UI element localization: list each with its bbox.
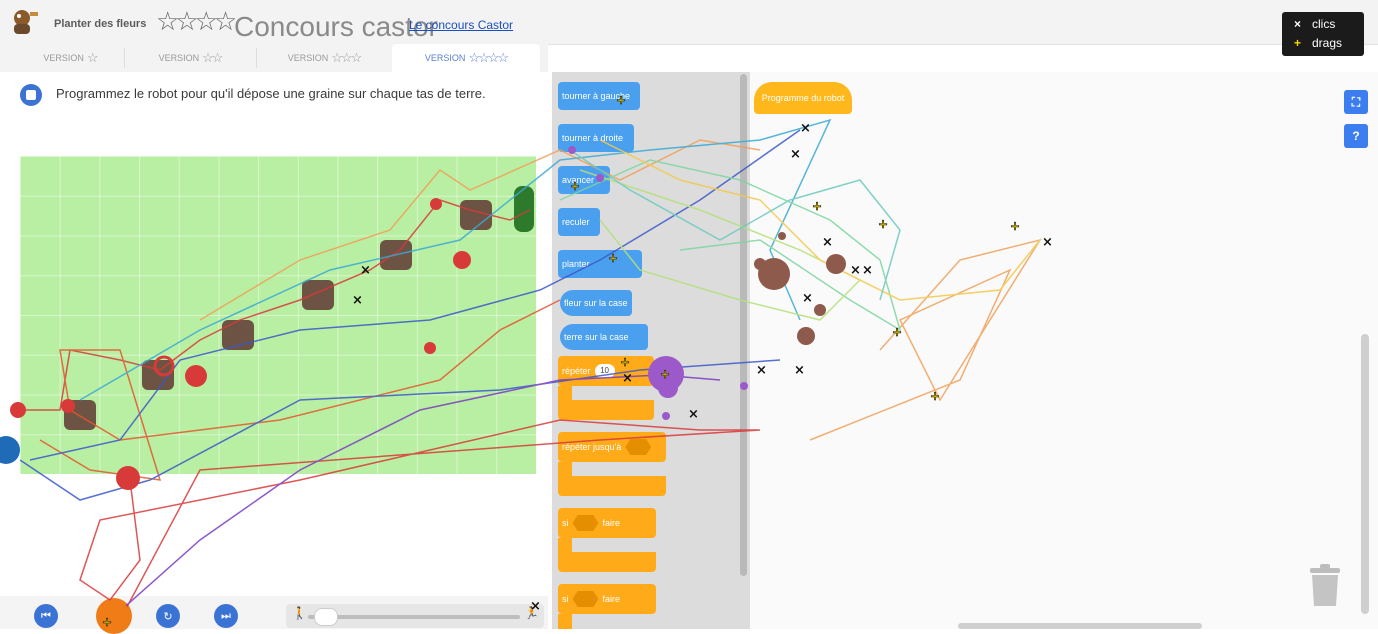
dirt-mound [222, 320, 254, 350]
dirt-mound [302, 280, 334, 310]
block-if-body [558, 538, 572, 552]
trace-dot [0, 436, 20, 464]
block-if-2-body [558, 614, 572, 629]
block-label: reculer [562, 217, 590, 227]
trace-legend: × clics + drags [1282, 12, 1364, 56]
block-forward[interactable]: avancer [558, 166, 610, 194]
trash-icon[interactable] [1308, 564, 1342, 606]
block-label: terre sur la case [564, 332, 629, 342]
tab-version-4[interactable]: VERSION ☆☆☆☆ [392, 44, 540, 72]
blockly-toolbox [552, 72, 750, 629]
block-label: répéter [562, 366, 591, 376]
tab-label: VERSION [287, 53, 329, 63]
drag-marker-icon: + [1294, 36, 1302, 50]
legend-drags: + drags [1294, 36, 1342, 50]
task-name: Planter des fleurs [54, 18, 147, 30]
block-label: si [562, 594, 569, 604]
tab-label: VERSION [158, 53, 200, 63]
block-label: planter [562, 259, 590, 269]
go-to-end-button[interactable]: ⏭ [214, 604, 238, 628]
block-repeat-until-footer [558, 476, 666, 496]
star-icon: ☆☆ [202, 50, 223, 65]
beaver-logo [14, 10, 38, 34]
tab-label: VERSION [43, 53, 84, 63]
block-repeat-footer [558, 400, 654, 420]
walk-slow-icon: 🚶 [292, 606, 307, 620]
star-icon: ☆☆☆☆ [468, 50, 509, 65]
block-label-2: faire [602, 518, 621, 528]
dirt-mound [460, 200, 492, 230]
step-button[interactable]: ↻ [156, 604, 180, 628]
go-to-start-button[interactable]: ⏮ [34, 604, 58, 628]
speed-slider-handle[interactable] [314, 608, 338, 626]
speed-track [308, 615, 520, 619]
fullscreen-button[interactable]: ⛶ [1344, 90, 1368, 114]
block-flower-on-cell[interactable]: fleur sur la case [560, 290, 632, 316]
instruction-icon [20, 84, 42, 106]
block-repeat[interactable]: répéter 10 [558, 356, 654, 386]
workspace-vertical-scrollbar[interactable] [1361, 334, 1369, 614]
condition-slot [572, 515, 599, 531]
block-repeat-until-body [558, 462, 572, 476]
tab-version-3[interactable]: VERSION ☆☆☆ [262, 44, 386, 72]
block-repeat-body [558, 386, 572, 400]
repeat-count-input[interactable]: 10 [594, 364, 615, 378]
block-if-2[interactable]: si faire [558, 584, 656, 614]
tab-label: VERSION [424, 53, 466, 63]
block-turn-right[interactable]: tourner à droite [558, 124, 634, 152]
star-icon: ☆☆☆ [331, 50, 362, 65]
block-backward[interactable]: reculer [558, 208, 600, 236]
block-if-footer [558, 552, 656, 572]
legend-drags-label: drags [1312, 36, 1343, 50]
click-marker-icon: × [1294, 17, 1302, 31]
tab-divider [124, 48, 125, 68]
legend-clicks: × clics [1294, 17, 1335, 31]
program-start-label: Programme du robot [761, 93, 845, 103]
block-if[interactable]: si faire [558, 508, 656, 538]
block-repeat-until[interactable]: répéter jusqu'à [558, 432, 666, 462]
block-label: avancer [562, 175, 595, 185]
dirt-mound [142, 360, 174, 390]
program-start-block[interactable]: Programme du robot [754, 82, 852, 114]
tab-divider [256, 48, 257, 68]
contest-link[interactable]: Le concours Castor [409, 18, 513, 32]
tab-version-1[interactable]: VERSION ☆ [20, 44, 120, 72]
block-label: tourner à droite [562, 133, 624, 143]
star-icon: ☆ [86, 50, 99, 65]
run-fast-icon: 🏃 [524, 606, 539, 620]
dirt-mound [380, 240, 412, 270]
task-instruction: Programmez le robot pour qu'il dépose un… [56, 86, 486, 101]
block-turn-left[interactable]: tourner à gauche [558, 82, 640, 110]
dirt-mound [64, 400, 96, 430]
help-button[interactable]: ? [1344, 124, 1368, 148]
workspace-horizontal-scrollbar[interactable] [958, 623, 1202, 629]
blockly-workspace[interactable] [750, 72, 1378, 629]
legend-clicks-label: clics [1312, 17, 1336, 31]
robot [514, 186, 534, 232]
block-label: fleur sur la case [564, 298, 628, 308]
block-plant[interactable]: planter [558, 250, 642, 278]
tab-version-2[interactable]: VERSION ☆☆ [130, 44, 250, 72]
block-label: si [562, 518, 569, 528]
toolbox-scrollbar[interactable] [740, 74, 747, 576]
page-title: Concours castor [234, 11, 438, 42]
block-label: répéter jusqu'à [562, 442, 622, 452]
title-stars: ☆☆☆☆ [156, 6, 237, 36]
robot-grid [20, 156, 536, 474]
condition-slot [572, 591, 599, 607]
condition-slot [625, 439, 652, 455]
block-soil-on-cell[interactable]: terre sur la case [560, 324, 648, 350]
block-label: tourner à gauche [562, 91, 631, 101]
block-label-2: faire [602, 594, 621, 604]
